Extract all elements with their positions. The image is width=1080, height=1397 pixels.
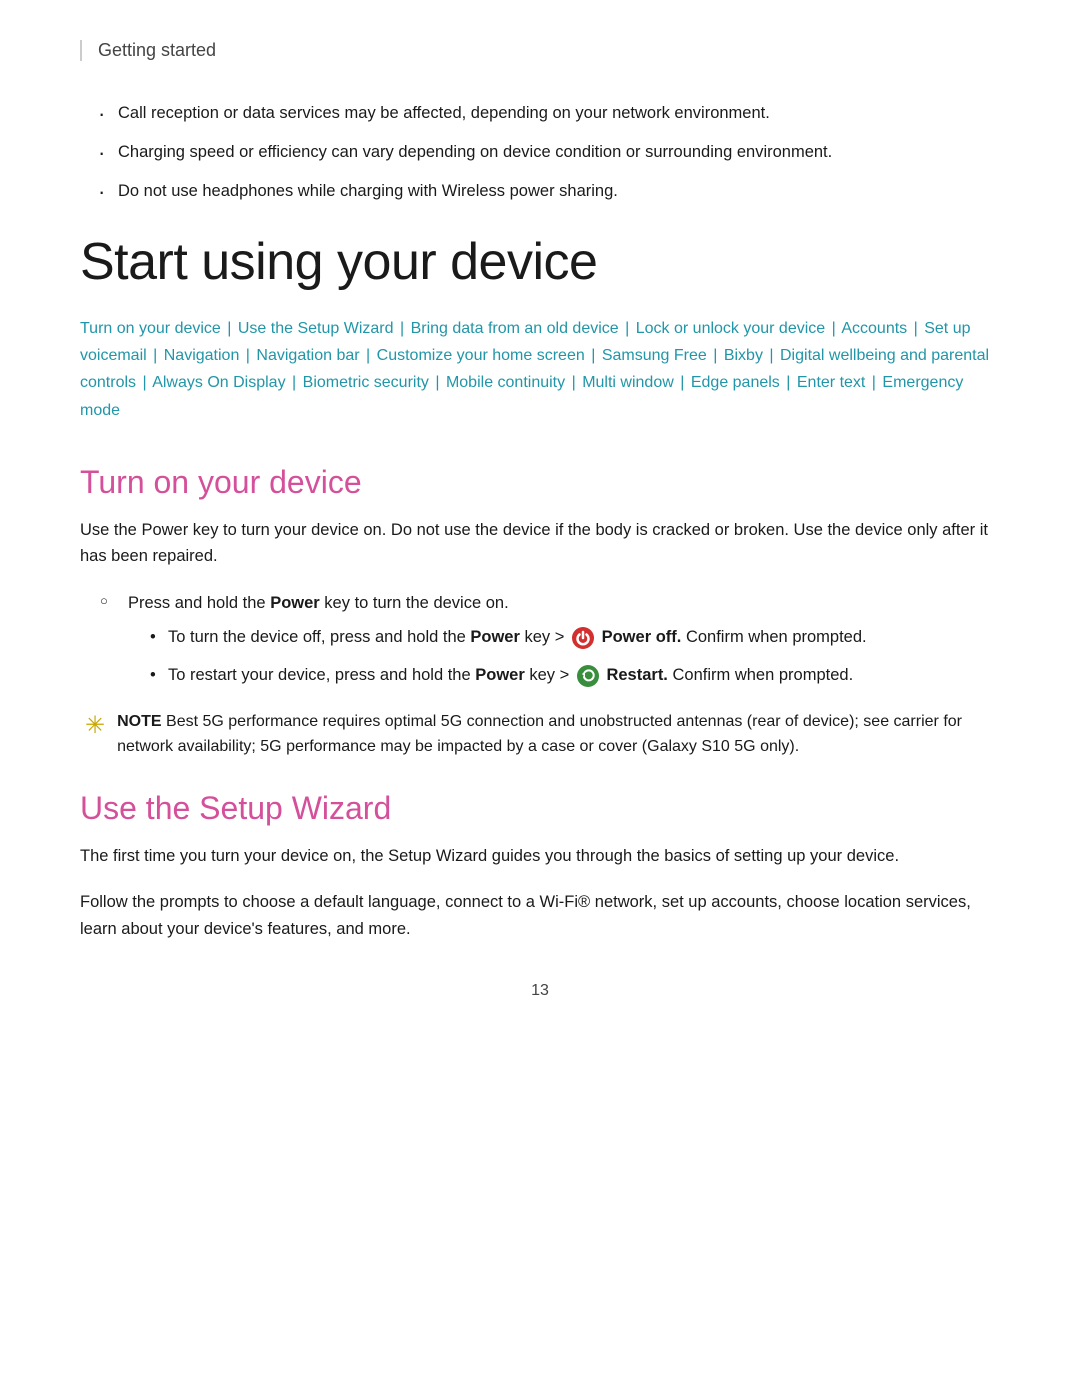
toc-sep-11: | [765,347,774,364]
sub-bullet-list: To turn the device off, press and hold t… [128,624,1000,689]
toc-link-navigation[interactable]: Navigation [164,347,240,364]
toc-sep-12: | [138,374,147,391]
section2-body2: Follow the prompts to choose a default l… [80,889,1000,942]
toc-link-bixby[interactable]: Bixby [724,347,763,364]
toc-link-edge-panels[interactable]: Edge panels [691,374,780,391]
sub-bullet-power-off: To turn the device off, press and hold t… [148,624,1000,650]
toc-sep-9: | [587,347,596,364]
note-content: Best 5G performance requires optimal 5G … [117,713,962,756]
circle-bullet-item: Press and hold the Power key to turn the… [100,590,1000,689]
toc-link-always-on[interactable]: Always On Display [152,374,285,391]
toc-link-accounts[interactable]: Accounts [841,320,907,337]
toc-link-nav-bar[interactable]: Navigation bar [256,347,359,364]
toc-link-multi-window[interactable]: Multi window [582,374,674,391]
toc-sep-6: | [149,347,158,364]
note-box: ✳ NOTE Best 5G performance requires opti… [80,709,1000,760]
circle-bullet-text: Press and hold the Power key to turn the… [128,594,509,612]
sub-bullet-restart-text: To restart your device, press and hold t… [168,666,853,684]
toc-links: Turn on your device | Use the Setup Wiza… [80,315,1000,424]
toc-sep-4: | [827,320,836,337]
toc-link-biometric[interactable]: Biometric security [303,374,429,391]
section1-circle-list: Press and hold the Power key to turn the… [80,590,1000,689]
toc-link-setup-wizard[interactable]: Use the Setup Wizard [238,320,394,337]
sub-bullet-restart: To restart your device, press and hold t… [148,662,1000,688]
note-text: NOTE Best 5G performance requires optima… [117,709,1000,760]
power-off-svg [572,627,594,649]
power-off-icon [572,627,594,649]
toc-sep-2: | [396,320,405,337]
main-section-title: Start using your device [80,233,1000,293]
toc-sep-3: | [621,320,630,337]
toc-sep-13: | [288,374,297,391]
toc-sep-15: | [567,374,576,391]
toc-sep-7: | [241,347,250,364]
note-label: NOTE [117,713,161,730]
toc-sep-14: | [431,374,440,391]
section1-heading: Turn on your device [80,464,1000,501]
toc-link-home-screen[interactable]: Customize your home screen [377,347,585,364]
intro-bullet-3: Do not use headphones while charging wit… [90,179,1000,204]
restart-icon [577,665,599,687]
toc-link-bring-data[interactable]: Bring data from an old device [411,320,619,337]
toc-sep-8: | [362,347,371,364]
section1-body: Use the Power key to turn your device on… [80,517,1000,570]
toc-link-samsung-free[interactable]: Samsung Free [602,347,707,364]
intro-bullet-1: Call reception or data services may be a… [90,101,1000,126]
toc-sep-18: | [867,374,876,391]
section2-body1: The first time you turn your device on, … [80,843,1000,869]
toc-link-lock-unlock[interactable]: Lock or unlock your device [636,320,825,337]
toc-sep-5: | [909,320,918,337]
toc-sep-1: | [223,320,232,337]
sub-bullet-power-off-text: To turn the device off, press and hold t… [168,628,867,646]
toc-sep-17: | [782,374,791,391]
note-icon: ✳ [85,711,105,740]
page-container: Getting started Call reception or data s… [0,0,1080,1397]
toc-link-mobile-continuity[interactable]: Mobile continuity [446,374,565,391]
page-header-title: Getting started [98,40,216,60]
toc-link-turn-on[interactable]: Turn on your device [80,320,221,337]
toc-sep-16: | [676,374,685,391]
toc-sep-10: | [709,347,718,364]
intro-bullet-list: Call reception or data services may be a… [80,101,1000,203]
page-number: 13 [80,982,1000,1000]
page-header: Getting started [80,40,1000,61]
toc-link-enter-text[interactable]: Enter text [797,374,865,391]
section2-heading: Use the Setup Wizard [80,790,1000,827]
restart-svg [577,665,599,687]
intro-bullet-2: Charging speed or efficiency can vary de… [90,140,1000,165]
